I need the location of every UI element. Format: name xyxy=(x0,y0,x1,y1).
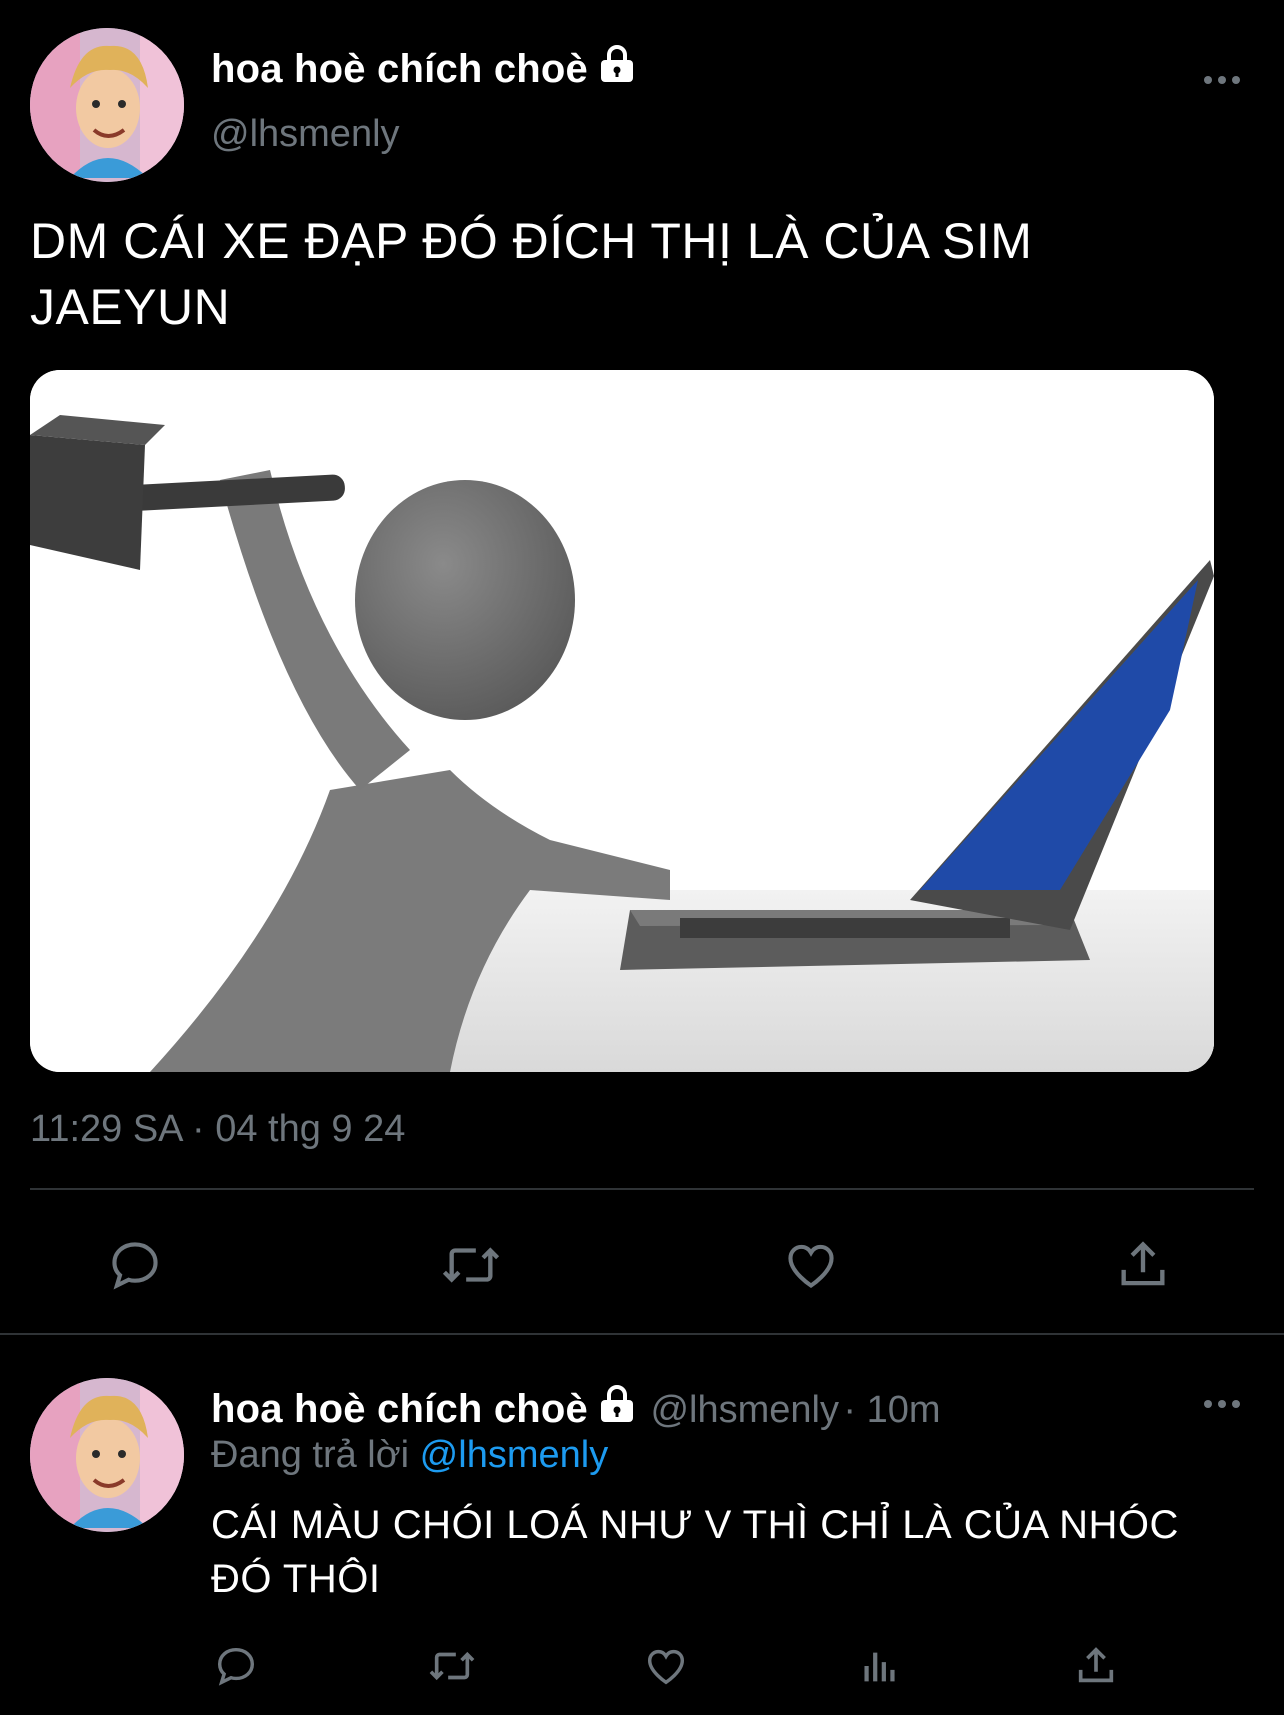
user-handle[interactable]: @lhsmenly xyxy=(211,113,400,156)
lock-icon xyxy=(596,44,638,94)
display-name[interactable]: hoa hoè chích choè xyxy=(211,1387,588,1431)
analytics-icon xyxy=(864,1652,895,1682)
retweet-button[interactable] xyxy=(436,1230,506,1300)
share-icon xyxy=(1121,1241,1165,1286)
user-handle[interactable]: @lhsmenly xyxy=(650,1389,839,1431)
reply-button[interactable] xyxy=(208,1638,264,1694)
reply-text-line: CÁI MÀU CHÓI LOÁ NHƯ V THÌ CHỈ LÀ CỦA NH… xyxy=(211,1503,1179,1547)
lock-icon xyxy=(596,1384,638,1429)
tweet-image[interactable] xyxy=(30,370,1214,1072)
like-button[interactable] xyxy=(776,1230,846,1300)
analytics-button[interactable] xyxy=(852,1638,908,1694)
share-icon xyxy=(1078,1647,1114,1683)
tweet-text-line: DM CÁI XE ĐẠP ĐÓ ĐÍCH THỊ LÀ CỦA SIM xyxy=(30,213,1033,269)
replying-to: Đang trả lời @lhsmenly xyxy=(211,1434,608,1477)
divider xyxy=(30,1188,1254,1190)
reply-icon xyxy=(217,1647,255,1686)
like-icon xyxy=(647,1649,685,1685)
tweet-text: DM CÁI XE ĐẠP ĐÓ ĐÍCH THỊ LÀ CỦA SIM JAE… xyxy=(30,208,1250,340)
reply-icon xyxy=(112,1242,158,1290)
like-button[interactable] xyxy=(638,1638,694,1694)
retweet-button[interactable] xyxy=(424,1638,480,1694)
avatar[interactable] xyxy=(30,1378,184,1532)
tweet-timestamp[interactable]: 11:29 SA · 04 thg 9 24 xyxy=(30,1108,405,1151)
more-options-icon[interactable] xyxy=(1200,70,1244,95)
retweet-icon xyxy=(442,1247,500,1283)
display-name[interactable]: hoa hoè chích choè xyxy=(211,44,638,94)
replying-prefix: Đang trả lời xyxy=(211,1434,410,1476)
divider xyxy=(0,1333,1284,1335)
replying-mention[interactable]: @lhsmenly xyxy=(420,1434,609,1476)
display-name-text: hoa hoè chích choè xyxy=(211,47,588,91)
more-options-icon[interactable] xyxy=(1200,1394,1244,1419)
share-button[interactable] xyxy=(1068,1638,1124,1694)
tweet-text-line: JAEYUN xyxy=(30,279,231,335)
retweet-icon xyxy=(429,1651,475,1681)
like-icon xyxy=(788,1244,834,1288)
tweet-age[interactable]: · 10m xyxy=(843,1389,940,1431)
reply-text-line: ĐÓ THÔI xyxy=(211,1557,381,1601)
avatar[interactable] xyxy=(30,28,184,182)
reply-header: hoa hoè chích choè @lhsmenly · 10m xyxy=(211,1384,941,1432)
share-button[interactable] xyxy=(1114,1230,1172,1300)
reply-text: CÁI MÀU CHÓI LOÁ NHƯ V THÌ CHỈ LÀ CỦA NH… xyxy=(211,1498,1261,1606)
reply-button[interactable] xyxy=(100,1230,170,1300)
